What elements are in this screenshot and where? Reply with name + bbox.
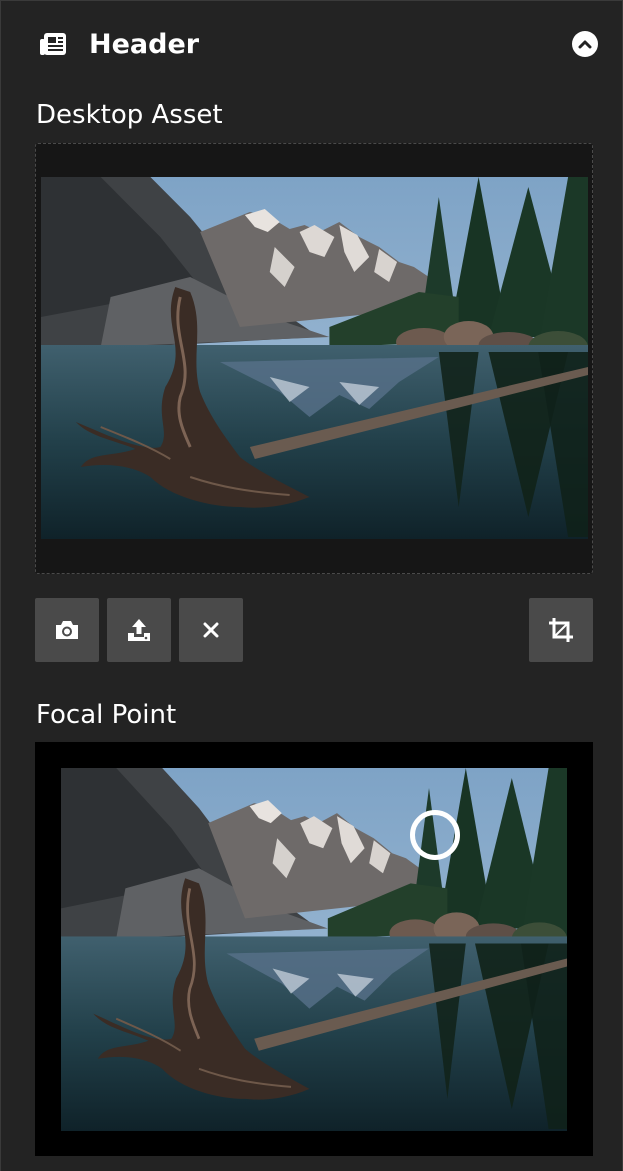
crop-button[interactable] xyxy=(529,598,593,662)
focal-point-label: Focal Point xyxy=(36,700,177,730)
focal-point-image[interactable] xyxy=(61,768,567,1131)
focal-point-marker[interactable] xyxy=(410,810,460,860)
desktop-asset-image xyxy=(41,177,588,539)
crop-icon xyxy=(549,618,573,642)
newspaper-icon xyxy=(39,31,67,57)
desktop-asset-label: Desktop Asset xyxy=(36,100,223,130)
camera-button[interactable] xyxy=(35,598,99,662)
close-icon xyxy=(203,622,219,638)
collapse-button[interactable] xyxy=(572,31,598,57)
chevron-up-icon xyxy=(578,40,592,49)
panel-title: Header xyxy=(89,29,200,60)
header-panel: Header Desktop Asset Focal Point xyxy=(0,0,623,1171)
panel-header[interactable]: Header xyxy=(1,1,623,89)
camera-icon xyxy=(56,621,78,639)
remove-button[interactable] xyxy=(179,598,243,662)
upload-icon xyxy=(128,619,150,641)
upload-button[interactable] xyxy=(107,598,171,662)
